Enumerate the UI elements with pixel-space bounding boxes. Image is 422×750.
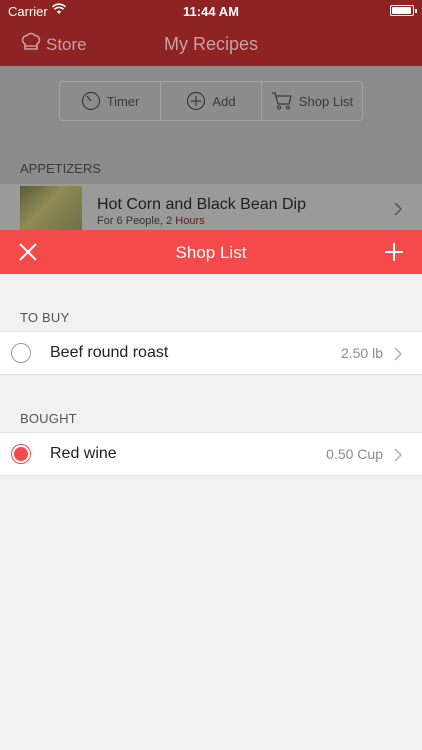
shop-list-label: Shop List [298, 93, 354, 109]
recipe-subtitle: For 6 People, 2 Hours [97, 215, 205, 227]
recipe-serves: For 6 People, [97, 215, 164, 227]
shop-item-row[interactable]: Red wine 0.50 Cup [0, 432, 422, 476]
chevron-right-icon [394, 448, 403, 467]
item-checkbox-checked[interactable] [11, 444, 31, 464]
battery-icon [390, 5, 417, 16]
chevron-right-icon [394, 347, 403, 366]
timer-icon [81, 91, 101, 111]
item-quantity: 0.50 Cup [326, 446, 383, 462]
recipe-toolbar: Timer Add Shop List [59, 81, 363, 121]
status-bar: Carrier 11:44 AM [0, 0, 422, 22]
shop-item-row[interactable]: Beef round roast 2.50 lb [0, 331, 422, 375]
item-name: Beef round roast [50, 344, 169, 361]
plus-icon [385, 243, 403, 261]
add-label: Add [212, 93, 236, 109]
timer-label: Timer [106, 93, 140, 109]
shop-list-sheet: Shop List TO BUY Beef round roast 2.50 l… [0, 230, 422, 750]
add-recipe-button[interactable]: Add [161, 82, 262, 120]
clock: 11:44 AM [183, 4, 239, 19]
add-circle-icon [186, 91, 206, 111]
recipe-title: Hot Corn and Black Bean Dip [97, 196, 306, 213]
item-name: Red wine [50, 445, 117, 462]
section-header-bought: BOUGHT [20, 411, 77, 426]
item-quantity: 2.50 lb [340, 345, 383, 361]
chevron-right-icon [394, 202, 403, 221]
shop-list-header: Shop List [0, 230, 422, 274]
cart-icon [271, 91, 293, 111]
add-item-button[interactable] [384, 242, 404, 262]
navigation-bar: Store My Recipes [0, 22, 422, 66]
page-title: My Recipes [163, 34, 259, 54]
recipes-background: Timer Add Shop List APPETIZERS Hot Corn … [0, 66, 422, 236]
shop-list-button[interactable]: Shop List [262, 82, 362, 120]
recipe-row[interactable]: Hot Corn and Black Bean Dip For 6 People… [0, 184, 422, 236]
section-header-to-buy: TO BUY [20, 310, 70, 325]
item-checkbox[interactable] [11, 343, 31, 363]
recipe-thumbnail [20, 186, 82, 236]
timer-button[interactable]: Timer [60, 82, 161, 120]
recipe-time: 2 Hours [166, 215, 205, 227]
section-header-appetizers: APPETIZERS [20, 161, 101, 176]
shop-list-title: Shop List [175, 243, 247, 262]
